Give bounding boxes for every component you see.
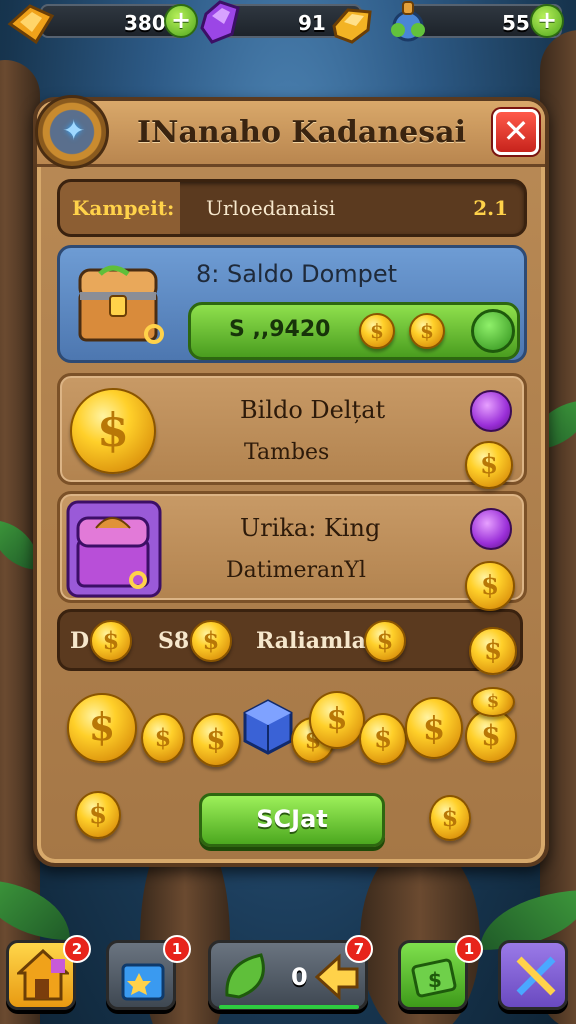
- coin-icon: $: [75, 791, 121, 839]
- coin-icon: $: [409, 313, 445, 349]
- wallet-balance-title: 8: Saldo Dompet: [196, 260, 398, 288]
- progress-line: [219, 1005, 359, 1009]
- cash-stack-icon: $: [411, 958, 457, 998]
- gold-value: 380: [124, 11, 166, 35]
- reward-card-title: Bildo Delțat: [240, 396, 386, 424]
- svg-text:$: $: [428, 968, 442, 992]
- dialog-panel: ✦ INanaho Kadanesai ✕ Kampeit: Urloedana…: [33, 95, 549, 867]
- nav-battle[interactable]: [498, 940, 568, 1010]
- coin-icon: $: [309, 691, 365, 749]
- purple-gem-icon: [200, 0, 240, 44]
- claim-button[interactable]: SCJat: [199, 793, 385, 847]
- reward-card-king[interactable]: Urika: King DatimeranYl: [57, 491, 527, 603]
- add-gold-button[interactable]: +: [164, 4, 198, 38]
- coin-icon: $: [469, 627, 517, 675]
- star-emblem-icon: ✦: [35, 95, 109, 169]
- close-button[interactable]: ✕: [493, 109, 539, 155]
- nav-shop[interactable]: 1: [106, 935, 191, 1010]
- coin-icon: $: [465, 561, 515, 611]
- reward-card-subtitle: DatimeranYl: [226, 558, 366, 583]
- kampeit-number: 2.1: [473, 196, 508, 220]
- energy-value: 55: [502, 11, 530, 35]
- coin-icon: $: [141, 713, 185, 763]
- coin-icon: $: [67, 693, 137, 763]
- blue-cube-icon: [243, 699, 293, 755]
- coin-icon: $: [190, 620, 232, 662]
- large-coin-icon: $: [70, 388, 156, 474]
- kampeit-row: Kampeit: Urloedanaisi 2.1: [57, 179, 527, 237]
- reward-card-delta[interactable]: $ Bildo Delțat Tambes: [57, 373, 527, 485]
- magic-chest-icon: [66, 500, 162, 598]
- nav-cash-badge: 1: [455, 935, 483, 963]
- gold-bar-icon: [7, 4, 55, 45]
- nav-center[interactable]: 0 7: [208, 935, 373, 1010]
- nav-center-badge: 7: [345, 935, 373, 963]
- coin-icon: $: [359, 313, 395, 349]
- nav-center-value: 0: [291, 963, 308, 991]
- strip-letter: D: [70, 628, 90, 654]
- gems-value: 91: [298, 11, 326, 35]
- coin-icon: $: [359, 713, 407, 765]
- green-orb-button[interactable]: [471, 309, 515, 353]
- dialog-titlebar: ✦ INanaho Kadanesai ✕: [35, 95, 545, 169]
- purple-orb-icon: [470, 390, 512, 432]
- house-icon: [17, 949, 69, 1001]
- treasure-chest-icon: [78, 265, 164, 344]
- strip-value: S8: [158, 628, 190, 654]
- gift-box-icon: [121, 963, 165, 1001]
- coin-icon: $: [405, 697, 463, 759]
- kampeit-label: Kampeit:: [60, 182, 180, 234]
- coin-icon: $: [90, 620, 132, 662]
- reward-card-title: Urika: King: [240, 514, 381, 542]
- coin-icon: $: [191, 713, 241, 767]
- nav-cash[interactable]: $ 1: [398, 935, 483, 1010]
- purple-orb-icon: [470, 508, 512, 550]
- crossed-swords-icon: [516, 956, 556, 996]
- coin-icon: $: [429, 795, 471, 841]
- coin-icon: $: [465, 441, 513, 489]
- nav-shop-badge: 1: [163, 935, 191, 963]
- potion-icon: [391, 1, 425, 42]
- kampeit-value: Urloedanaisi: [206, 196, 336, 220]
- green-leaf-icon: [225, 953, 265, 999]
- nav-home-badge: 2: [63, 935, 91, 963]
- nav-home[interactable]: 2: [6, 935, 91, 1010]
- resource-bar: 380 + 91 55 +: [0, 0, 576, 46]
- reward-card-subtitle: Tambes: [244, 440, 330, 465]
- currency-strip: D S8 Raliamlart $ $ $: [57, 609, 523, 671]
- gold-ingot-icon: [332, 8, 372, 44]
- coin-icon: $: [465, 709, 517, 763]
- dialog-title: INanaho Kadanesai: [137, 115, 466, 150]
- add-energy-button[interactable]: +: [530, 4, 564, 38]
- wallet-balance-card: 8: Saldo Dompet S ,,9420 $ $: [57, 245, 527, 363]
- wallet-amount: S ,,9420: [229, 317, 331, 342]
- coin-icon: $: [364, 620, 406, 662]
- wallet-amount-bar: S ,,9420 $ $: [188, 302, 520, 360]
- coin-icon: $: [471, 687, 515, 717]
